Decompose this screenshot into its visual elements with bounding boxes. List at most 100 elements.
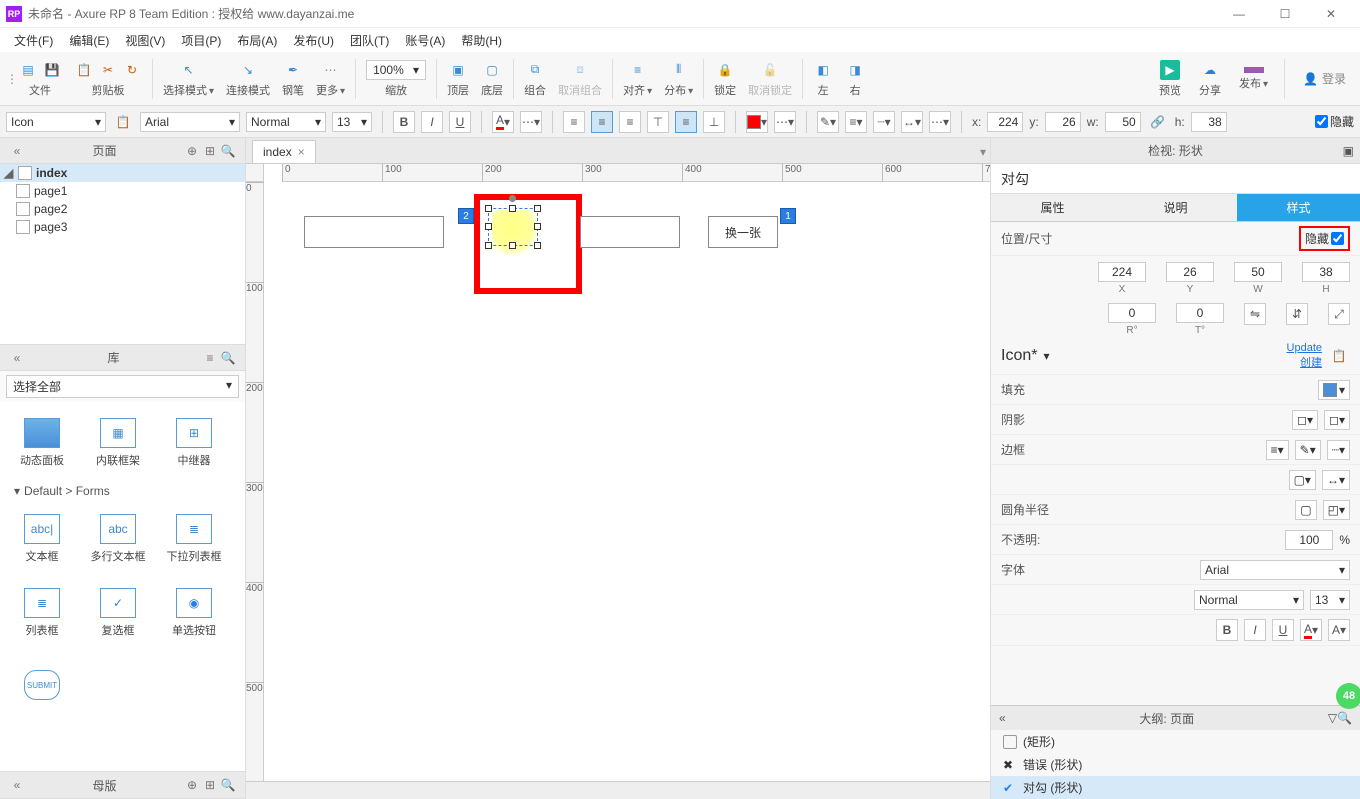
- menu-project[interactable]: 项目(P): [175, 30, 227, 51]
- outline-item-rect[interactable]: (矩形): [991, 730, 1360, 753]
- login-button[interactable]: 👤登录: [1295, 68, 1354, 89]
- menu-team[interactable]: 团队(T): [344, 30, 395, 51]
- hide-checkbox[interactable]: 隐藏: [1315, 113, 1354, 130]
- hide-toggle-highlight[interactable]: 隐藏: [1299, 226, 1350, 251]
- masters-folder-icon[interactable]: ⊞: [201, 778, 219, 792]
- widget-radio[interactable]: ◉单选按钮: [158, 578, 230, 648]
- tb-align[interactable]: ≡对齐: [617, 58, 658, 100]
- tb-zoom[interactable]: 100%▾缩放: [360, 58, 432, 100]
- tree-page1[interactable]: page1: [0, 182, 245, 200]
- tb-preview[interactable]: ▶预览: [1153, 58, 1187, 100]
- input-x[interactable]: 224: [1098, 262, 1146, 282]
- inspector-pin-icon[interactable]: ▣: [1343, 144, 1354, 158]
- menu-view[interactable]: 视图(V): [119, 30, 171, 51]
- fill-more-button[interactable]: ⋯▾: [774, 111, 796, 133]
- valign-top-button[interactable]: ⊤: [647, 111, 669, 133]
- tab-style[interactable]: 样式: [1237, 194, 1360, 222]
- collapse-icon[interactable]: «: [8, 144, 26, 158]
- radius-corners[interactable]: ◰▾: [1323, 500, 1350, 520]
- size-combo[interactable]: 13▾: [332, 112, 372, 132]
- tb-share[interactable]: ☁分享: [1193, 58, 1227, 100]
- outer-shadow[interactable]: ◻▾: [1292, 410, 1318, 430]
- shape-style-combo[interactable]: Icon▾: [6, 112, 106, 132]
- canvas-shape-1[interactable]: [304, 216, 444, 248]
- tabs-dropdown-icon[interactable]: ▾: [976, 141, 990, 163]
- fill-picker[interactable]: ▾: [1318, 380, 1350, 400]
- update-style-link[interactable]: Update: [1287, 342, 1322, 354]
- insp-font-combo[interactable]: Arial▾: [1200, 560, 1350, 580]
- outline-item-check[interactable]: ✔对勾 (形状): [991, 776, 1360, 799]
- add-folder-icon[interactable]: ⊞: [201, 144, 219, 158]
- widget-textfield[interactable]: abc|文本框: [6, 504, 78, 574]
- bold-button[interactable]: B: [393, 111, 415, 133]
- inner-shadow[interactable]: ◻▾: [1324, 410, 1350, 430]
- copy-style-icon[interactable]: 📋: [112, 111, 134, 133]
- lock-ratio-icon[interactable]: 🔗: [1147, 111, 1169, 133]
- tb-dock-left[interactable]: ◧左: [807, 58, 839, 100]
- insp-size-combo[interactable]: 13▾: [1310, 590, 1350, 610]
- lib-search-icon[interactable]: 🔍: [219, 351, 237, 365]
- widget-textarea[interactable]: abc多行文本框: [82, 504, 154, 574]
- line-color-button[interactable]: ✎▾: [817, 111, 839, 133]
- style-copy-icon[interactable]: 📋: [1328, 345, 1350, 367]
- input-y[interactable]: 26: [1166, 262, 1214, 282]
- weight-combo[interactable]: Normal▾: [246, 112, 326, 132]
- tb-lock[interactable]: 🔒锁定: [708, 58, 742, 100]
- minimize-button[interactable]: —: [1216, 0, 1262, 28]
- lib-collapse-icon[interactable]: «: [8, 351, 26, 365]
- menu-edit[interactable]: 编辑(E): [63, 30, 115, 51]
- border-sides[interactable]: ▢▾: [1289, 470, 1316, 490]
- note-badge-1[interactable]: 1: [780, 208, 796, 224]
- masters-add-icon[interactable]: ⊕: [183, 778, 201, 792]
- lib-menu-icon[interactable]: ≡: [201, 351, 219, 365]
- widget-dynamic-panel[interactable]: 动态面板: [6, 408, 78, 478]
- input-w[interactable]: 50: [1234, 262, 1282, 282]
- canvas-shape-selected[interactable]: [488, 208, 538, 246]
- tab-properties[interactable]: 属性: [991, 194, 1114, 222]
- tb-distribute[interactable]: ⫴分布: [658, 58, 699, 100]
- input-h[interactable]: 38: [1302, 262, 1350, 282]
- pos-x[interactable]: 224: [987, 112, 1023, 132]
- tb-file[interactable]: ▤💾文件: [12, 58, 68, 100]
- border-weight[interactable]: ≡▾: [1266, 440, 1289, 460]
- selection-name[interactable]: 对勾: [991, 164, 1360, 194]
- outline-collapse-icon[interactable]: «: [999, 711, 1006, 725]
- underline-button[interactable]: U: [449, 111, 471, 133]
- maximize-button[interactable]: ☐: [1262, 0, 1308, 28]
- menu-publish[interactable]: 发布(U): [287, 30, 340, 51]
- search-icon[interactable]: 🔍: [219, 144, 237, 158]
- border-style[interactable]: ┈▾: [1327, 440, 1350, 460]
- insp-weight-combo[interactable]: Normal▾: [1194, 590, 1304, 610]
- library-section[interactable]: ▾Default > Forms: [6, 478, 239, 504]
- add-page-icon[interactable]: ⊕: [183, 144, 201, 158]
- font-combo[interactable]: Arial▾: [140, 112, 240, 132]
- create-style-link[interactable]: 创建: [1300, 354, 1322, 370]
- insp-bold[interactable]: B: [1216, 619, 1238, 641]
- tree-page3[interactable]: page3: [0, 218, 245, 236]
- radius-input[interactable]: ▢: [1295, 500, 1316, 520]
- canvas-shape-3[interactable]: [580, 216, 680, 248]
- tb-publish[interactable]: 发布: [1233, 65, 1274, 93]
- tb-select[interactable]: ↖选择模式: [157, 58, 220, 100]
- canvas-stage[interactable]: 2 换一张 1: [264, 182, 990, 781]
- size-h[interactable]: 38: [1191, 112, 1227, 132]
- menu-help[interactable]: 帮助(H): [455, 30, 508, 51]
- input-rot[interactable]: 0: [1108, 303, 1156, 323]
- widget-submit[interactable]: SUBMIT: [6, 652, 78, 722]
- widget-iframe[interactable]: ▦内联框架: [82, 408, 154, 478]
- arrow-button[interactable]: ↔▾: [901, 111, 923, 133]
- note-badge-2[interactable]: 2: [458, 208, 474, 224]
- menu-account[interactable]: 账号(A): [399, 30, 451, 51]
- tb-clipboard[interactable]: 📋✂↻剪贴板: [68, 58, 148, 100]
- line-weight-button[interactable]: ≡▾: [845, 111, 867, 133]
- flip-v-icon[interactable]: ⇵: [1286, 303, 1308, 325]
- widget-droplist[interactable]: ≣下拉列表框: [158, 504, 230, 574]
- text-color-button[interactable]: A▾: [492, 111, 514, 133]
- tb-front[interactable]: ▣顶层: [441, 58, 475, 100]
- insp-textmore[interactable]: A▾: [1328, 619, 1350, 641]
- align-right-button[interactable]: ≡: [619, 111, 641, 133]
- tree-root[interactable]: ◢index: [0, 164, 245, 182]
- widget-listbox[interactable]: ≣列表框: [6, 578, 78, 648]
- opacity-input[interactable]: 100: [1285, 530, 1333, 550]
- outline-search-icon[interactable]: 🔍: [1337, 711, 1352, 725]
